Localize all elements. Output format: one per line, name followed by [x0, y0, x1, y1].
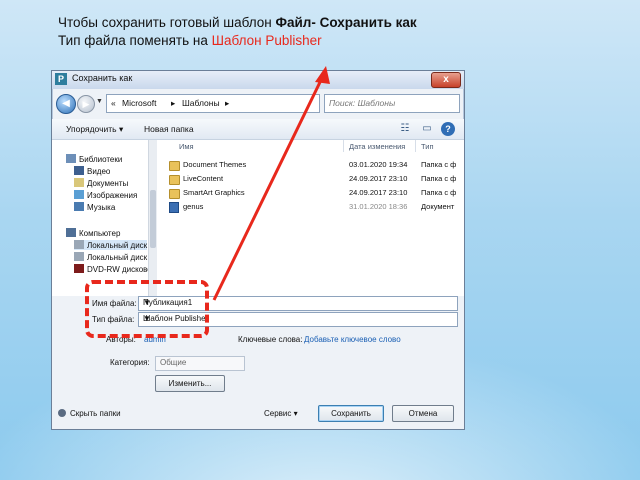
arrow-line	[212, 75, 325, 301]
pointer-arrow	[212, 66, 330, 301]
arrow-head	[315, 66, 330, 84]
